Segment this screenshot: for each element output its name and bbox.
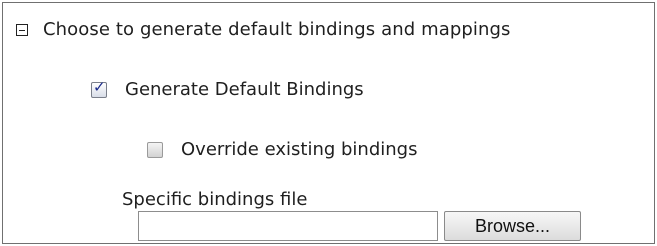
section-header[interactable]: Choose to generate default bindings and …: [16, 19, 511, 40]
collapse-icon[interactable]: [16, 23, 28, 36]
specific-bindings-file-label: Specific bindings file: [122, 189, 308, 210]
override-existing-bindings-label[interactable]: Override existing bindings: [181, 139, 417, 160]
override-existing-bindings-checkbox[interactable]: [147, 141, 163, 158]
bindings-panel: Choose to generate default bindings and …: [2, 2, 655, 244]
section-title: Choose to generate default bindings and …: [43, 19, 511, 40]
generate-default-bindings-checkbox[interactable]: ✓: [91, 77, 107, 98]
check-icon: ✓: [93, 77, 106, 96]
browse-button[interactable]: Browse...: [444, 211, 581, 241]
override-existing-bindings-option[interactable]: Override existing bindings: [147, 139, 417, 160]
specific-bindings-file-input[interactable]: [138, 211, 438, 241]
generate-default-bindings-label[interactable]: Generate Default Bindings: [125, 79, 364, 100]
generate-default-bindings-option[interactable]: ✓ Generate Default Bindings: [91, 79, 364, 100]
